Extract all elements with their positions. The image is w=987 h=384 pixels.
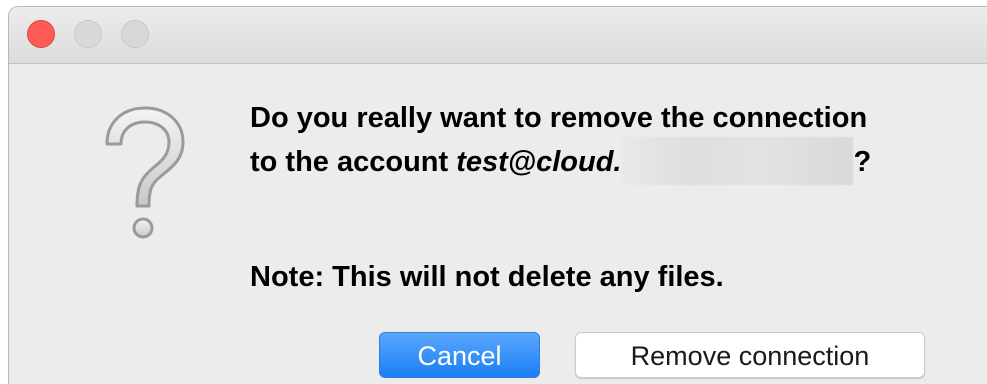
close-window-button[interactable]	[27, 20, 55, 48]
title-bar[interactable]	[9, 7, 987, 64]
cancel-button[interactable]: Cancel	[379, 332, 540, 378]
remove-connection-button[interactable]: Remove connection	[575, 332, 925, 378]
dialog-note: Note: This will not delete any files.	[250, 261, 724, 293]
dialog-content: Do you really want to remove the connect…	[9, 64, 987, 384]
message-suffix: ?	[853, 146, 872, 178]
message-line-2: to the account test@cloud.?	[250, 137, 950, 185]
minimize-window-button[interactable]	[74, 20, 102, 48]
dialog-window: Do you really want to remove the connect…	[8, 6, 987, 384]
dialog-message: Do you really want to remove the connect…	[250, 99, 950, 185]
message-prefix: to the account	[250, 146, 457, 178]
account-name: test@cloud.	[456, 146, 622, 178]
redacted-region	[621, 137, 854, 185]
question-mark-icon	[105, 106, 185, 239]
maximize-window-button[interactable]	[121, 20, 149, 48]
message-line-1: Do you really want to remove the connect…	[250, 102, 868, 134]
